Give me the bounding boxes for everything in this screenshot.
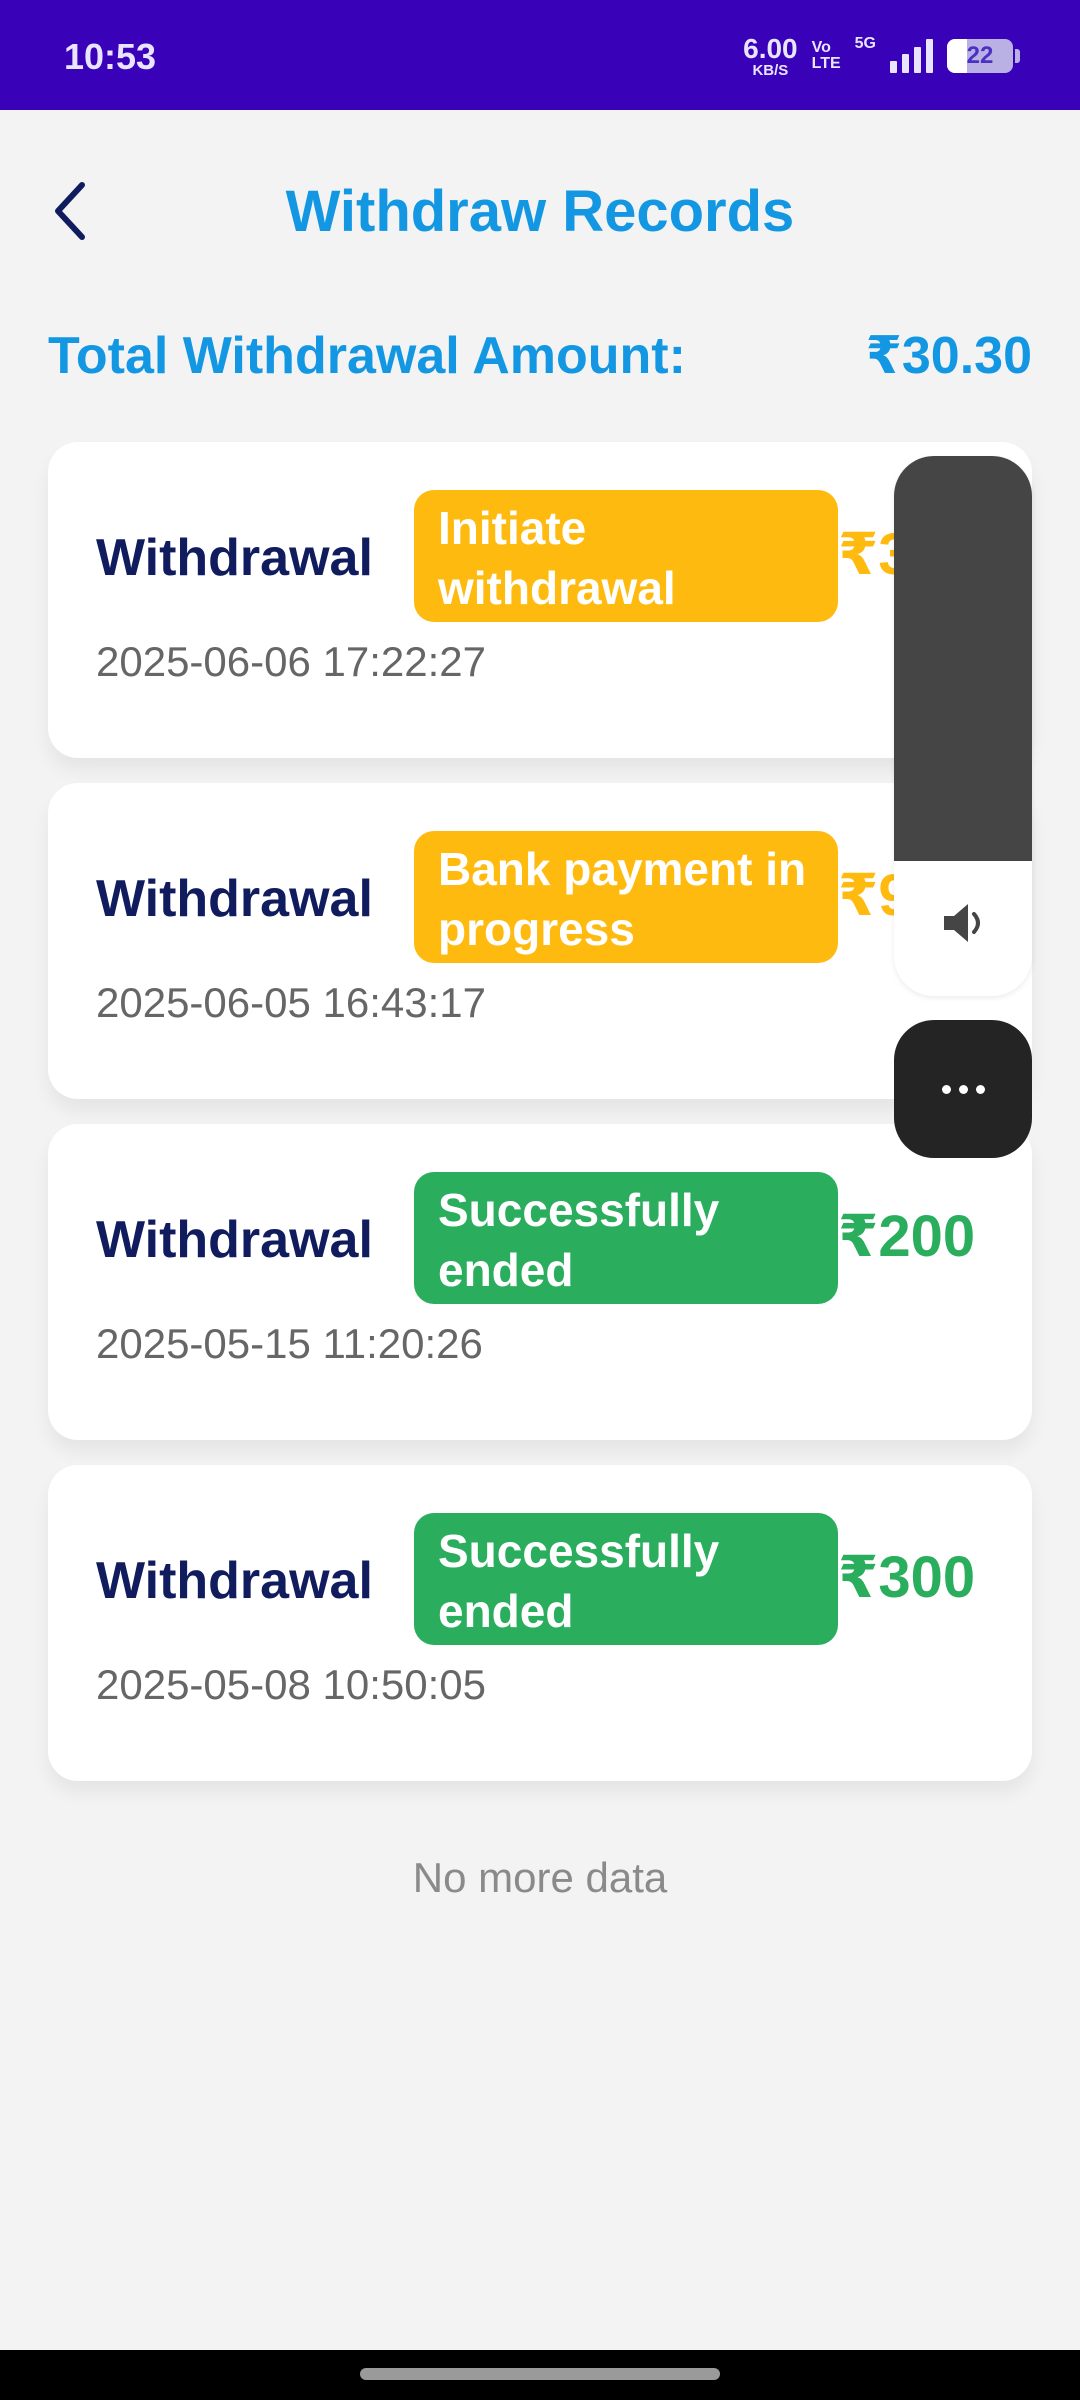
total-withdrawal-amount: ₹30.30 [865, 327, 1032, 385]
signal-strength-icon [890, 39, 933, 73]
status-time: 10:53 [64, 36, 157, 77]
status-bar: 10:53 6.00 KB/S Vo LTE 5G 22 [0, 0, 1080, 110]
record-status-badge: Bank payment in progress [414, 831, 838, 963]
withdraw-records-screen: 10:53 6.00 KB/S Vo LTE 5G 22 Withdraw Re… [0, 0, 1080, 2400]
speaker-icon[interactable] [932, 892, 994, 954]
record-amount: ₹300 [838, 1545, 976, 1610]
network-speed: 6.00 KB/S [743, 32, 798, 79]
status-indicators: 6.00 KB/S Vo LTE 5G 22 [743, 34, 1020, 78]
battery-icon: 22 [947, 39, 1013, 73]
battery-cap [1015, 49, 1020, 63]
battery-level: 22 [966, 42, 994, 69]
more-dots-icon [941, 1084, 951, 1094]
record-status-badge: Successfully ended [414, 1172, 838, 1304]
record-date: 2025-05-15 11:20:26 [96, 1320, 483, 1367]
volume-slider-track[interactable] [894, 456, 1032, 861]
record-title: Withdrawal [96, 529, 373, 587]
volte-indicator: Vo LTE [812, 40, 841, 72]
withdraw-record-card[interactable]: Withdrawal Initiate withdrawal ₹300 2025… [48, 442, 1032, 758]
record-title: Withdrawal [96, 1552, 373, 1610]
total-withdrawal-summary: Total Withdrawal Amount: ₹30.30 [48, 326, 1032, 386]
record-title: Withdrawal [96, 1211, 373, 1269]
home-gesture-handle[interactable] [360, 2368, 720, 2380]
network-speed-value: 6.00 [743, 32, 798, 64]
volte-bottom: LTE [811, 55, 841, 72]
page-title: Withdraw Records [285, 179, 795, 244]
more-dots-icon [975, 1084, 985, 1094]
record-status-badge: Successfully ended [414, 1513, 838, 1645]
record-title: Withdrawal [96, 870, 373, 928]
record-date: 2025-05-08 10:50:05 [96, 1661, 486, 1708]
record-date: 2025-06-06 17:22:27 [96, 638, 486, 685]
withdraw-record-card[interactable]: Withdrawal Bank payment in progress ₹9 2… [48, 783, 1032, 1099]
more-dots-icon [958, 1084, 968, 1094]
network-speed-unit: KB/S [752, 61, 789, 79]
withdraw-record-card[interactable]: Withdrawal Successfully ended ₹300 2025-… [48, 1465, 1032, 1781]
more-options-button[interactable] [894, 1020, 1032, 1158]
volte-top: Vo [811, 39, 831, 56]
volume-slider[interactable] [894, 456, 1032, 996]
withdraw-record-card[interactable]: Withdrawal Successfully ended ₹200 2025-… [48, 1124, 1032, 1440]
total-withdrawal-label: Total Withdrawal Amount: [48, 327, 686, 385]
network-type: 5G [854, 35, 876, 52]
record-date: 2025-06-05 16:43:17 [96, 979, 486, 1026]
record-amount: ₹200 [838, 1204, 976, 1269]
record-status-badge: Initiate withdrawal [414, 490, 838, 622]
no-more-data-text: No more data [412, 1854, 668, 1901]
